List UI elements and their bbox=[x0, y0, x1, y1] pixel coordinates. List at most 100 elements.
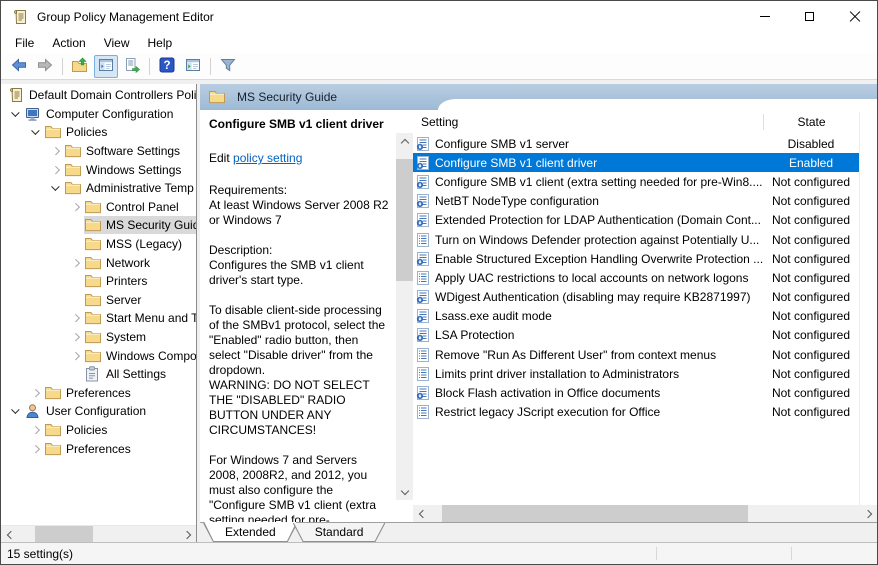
minimize-button[interactable] bbox=[742, 1, 787, 32]
setting-row[interactable]: Lsass.exe audit mode Not configured bbox=[413, 307, 859, 326]
setting-state: Not configured bbox=[771, 405, 851, 420]
tree-item-windows-compo[interactable]: Windows Compo bbox=[1, 346, 196, 365]
tree-item-control-panel[interactable]: Control Panel bbox=[1, 198, 196, 217]
chevron-closed-icon[interactable] bbox=[29, 441, 44, 456]
forward-arrow-button[interactable] bbox=[33, 55, 57, 78]
chevron-open-icon[interactable] bbox=[9, 106, 24, 121]
setting-row[interactable]: Enable Structured Exception Handling Ove… bbox=[413, 249, 859, 268]
chevron-closed-icon[interactable] bbox=[69, 255, 84, 270]
setting-state: Not configured bbox=[771, 290, 851, 305]
chevron-closed-icon[interactable] bbox=[69, 330, 84, 345]
chevron-open-icon[interactable] bbox=[29, 125, 44, 140]
tree-item-mss-legacy-[interactable]: MSS (Legacy) bbox=[1, 235, 196, 254]
scroll-left-button[interactable] bbox=[1, 526, 18, 542]
chevron-closed-icon[interactable] bbox=[69, 199, 84, 214]
export-list-button[interactable] bbox=[120, 55, 144, 78]
tree-item-network[interactable]: Network bbox=[1, 253, 196, 272]
setting-row[interactable]: Block Flash activation in Office documen… bbox=[413, 383, 859, 402]
setting-row[interactable]: NetBT NodeType configuration Not configur… bbox=[413, 192, 859, 211]
menu-view[interactable]: View bbox=[95, 34, 139, 52]
chevron-closed-icon[interactable] bbox=[49, 144, 64, 159]
setting-row[interactable]: Configure SMB v1 client (extra setting n… bbox=[413, 172, 859, 191]
setting-row[interactable]: WDigest Authentication (disabling may re… bbox=[413, 288, 859, 307]
status-bar: 15 setting(s) bbox=[1, 542, 877, 564]
scroll-down-button[interactable] bbox=[396, 483, 413, 500]
menu-action[interactable]: Action bbox=[43, 34, 94, 52]
chevron-open-icon[interactable] bbox=[49, 181, 64, 196]
tree-item-default-domain-controllers-poli[interactable]: Default Domain Controllers Poli bbox=[1, 86, 196, 105]
state-column-header[interactable]: State bbox=[763, 114, 859, 130]
setting-row[interactable]: Extended Protection for LDAP Authenticat… bbox=[413, 211, 859, 230]
tree-selection: MS Security Guid bbox=[84, 216, 196, 235]
tab-standard[interactable]: Standard bbox=[293, 523, 386, 542]
setting-column-header[interactable]: Setting bbox=[413, 115, 763, 129]
policy-arrow-icon bbox=[416, 155, 431, 170]
tree-item-all-settings[interactable]: All Settings bbox=[1, 365, 196, 384]
chevron-closed-icon[interactable] bbox=[29, 422, 44, 437]
menu-file[interactable]: File bbox=[6, 34, 43, 52]
tab-extended[interactable]: Extended bbox=[203, 523, 298, 542]
tree-item-label: System bbox=[106, 330, 147, 345]
edit-policy-setting-link[interactable]: policy setting bbox=[233, 151, 302, 165]
setting-row[interactable]: Remove "Run As Different User" from cont… bbox=[413, 345, 859, 364]
scroll-left-button[interactable] bbox=[413, 505, 430, 522]
show-console-tree-icon bbox=[98, 57, 114, 76]
chevron-closed-icon[interactable] bbox=[29, 385, 44, 400]
tree-item-server[interactable]: Server bbox=[1, 291, 196, 310]
chevron-closed-icon[interactable] bbox=[49, 162, 64, 177]
setting-state: Disabled bbox=[787, 136, 835, 151]
tree-item-ms-security-guid[interactable]: MS Security Guid bbox=[1, 216, 196, 235]
tree-item-content: Computer Configuration bbox=[24, 105, 196, 123]
show-action-pane-button[interactable] bbox=[181, 55, 205, 78]
policy-arrow-icon bbox=[416, 174, 431, 189]
tree-item-user-configuration[interactable]: User Configuration bbox=[1, 402, 196, 421]
description-paragraph: Requirements: At least Windows Server 20… bbox=[209, 183, 389, 227]
help-button[interactable]: ? bbox=[155, 55, 179, 78]
setting-row[interactable]: Restrict legacy JScript execution for Of… bbox=[413, 403, 859, 422]
setting-row[interactable]: Limits print driver installation to Admi… bbox=[413, 364, 859, 383]
toolbar-separator bbox=[149, 57, 150, 75]
chevron-closed-icon[interactable] bbox=[69, 348, 84, 363]
policy-arrow-icon bbox=[416, 290, 431, 305]
menu-help[interactable]: Help bbox=[139, 34, 182, 52]
show-console-tree-button[interactable] bbox=[94, 54, 118, 78]
tree-item-label: Computer Configuration bbox=[46, 106, 174, 121]
maximize-button[interactable] bbox=[787, 1, 832, 32]
tree-item-preferences[interactable]: Preferences bbox=[1, 384, 196, 403]
scroll-right-button[interactable] bbox=[860, 505, 877, 522]
up-one-level-folder-button[interactable] bbox=[68, 55, 92, 78]
scroll-up-button[interactable] bbox=[396, 133, 413, 150]
tree-item-administrative-temp[interactable]: Administrative Temp bbox=[1, 179, 196, 198]
tree-item-software-settings[interactable]: Software Settings bbox=[1, 142, 196, 161]
scrollbar-thumb[interactable] bbox=[396, 159, 413, 281]
setting-row[interactable]: LSA Protection Not configured bbox=[413, 326, 859, 345]
setting-row[interactable]: Turn on Windows Defender protection agai… bbox=[413, 230, 859, 249]
tree-item-system[interactable]: System bbox=[1, 328, 196, 347]
back-arrow-button[interactable] bbox=[7, 55, 31, 78]
setting-row[interactable]: Apply UAC restrictions to local accounts… bbox=[413, 268, 859, 287]
tree-item-content: Default Domain Controllers Poli bbox=[7, 86, 196, 104]
setting-state: Enabled bbox=[788, 155, 834, 170]
tree-item-policies[interactable]: Policies bbox=[1, 421, 196, 440]
edit-prefix: Edit bbox=[209, 151, 234, 165]
chevron-closed-icon[interactable] bbox=[69, 311, 84, 326]
tree-item-start-menu-and-t[interactable]: Start Menu and T bbox=[1, 309, 196, 328]
setting-name: LSA Protection bbox=[435, 328, 515, 343]
tree-item-windows-settings[interactable]: Windows Settings bbox=[1, 160, 196, 179]
tree-item-preferences[interactable]: Preferences bbox=[1, 439, 196, 458]
scrollbar-thumb[interactable] bbox=[442, 505, 748, 522]
close-button[interactable] bbox=[832, 1, 877, 32]
setting-row[interactable]: Configure SMB v1 client driver Enabled bbox=[413, 153, 859, 173]
scroll-right-button[interactable] bbox=[179, 526, 196, 542]
setting-state: Not configured bbox=[771, 213, 851, 228]
tree-item-computer-configuration[interactable]: Computer Configuration bbox=[1, 105, 196, 124]
tree-item-content: Network bbox=[84, 254, 196, 272]
filter-button[interactable] bbox=[216, 55, 240, 78]
setting-row[interactable]: Configure SMB v1 server Disabled bbox=[413, 134, 859, 153]
tab-label: Standard bbox=[314, 525, 364, 539]
scrollbar-thumb[interactable] bbox=[35, 526, 93, 542]
tree-item-label: Software Settings bbox=[86, 144, 181, 159]
chevron-open-icon[interactable] bbox=[9, 404, 24, 419]
tree-item-printers[interactable]: Printers bbox=[1, 272, 196, 291]
tree-item-policies[interactable]: Policies bbox=[1, 123, 196, 142]
